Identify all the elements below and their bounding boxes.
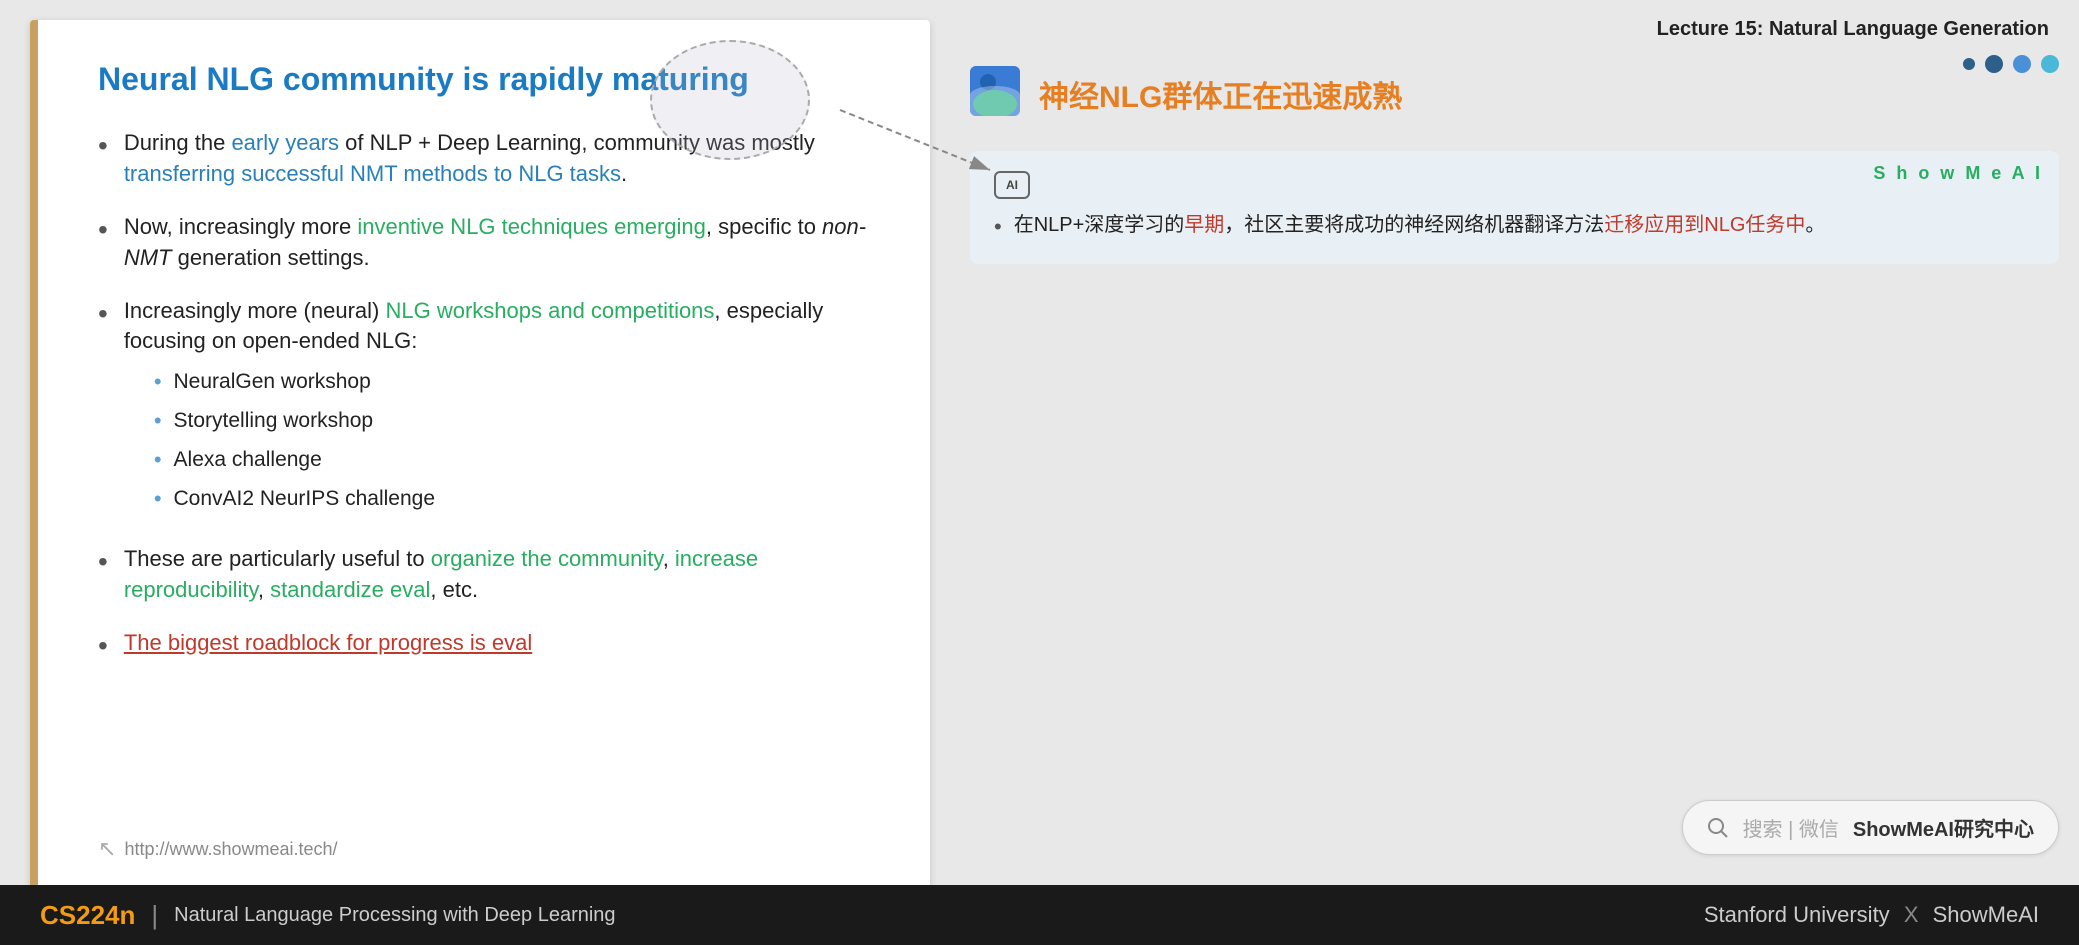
transfer-text: transferring successful NMT methods to N… bbox=[124, 161, 621, 186]
showmeai-badge-text: S h o w M e A I bbox=[1873, 163, 2043, 183]
x-separator: X bbox=[1904, 902, 1925, 927]
bullet-item-4: These are particularly useful to organiz… bbox=[98, 544, 880, 606]
trans-text-full: 在NLP+深度学习的早期，社区主要将成功的神经网络机器翻译方法迁移应用到NLG任… bbox=[1014, 209, 1826, 241]
workshops-text: NLG workshops and competitions bbox=[385, 298, 714, 323]
search-label: ShowMeAI研究中心 bbox=[1853, 813, 2034, 842]
bottom-right: Stanford University X ShowMeAI bbox=[1704, 902, 2039, 928]
bullet-text-4: These are particularly useful to organiz… bbox=[124, 544, 880, 606]
bottom-bar: CS224n | Natural Language Processing wit… bbox=[0, 885, 2079, 945]
bullet-text-3: Increasingly more (neural) NLG workshops… bbox=[124, 296, 880, 523]
inventive-text: inventive NLG techniques emerging bbox=[357, 214, 706, 239]
search-divider: 搜索 | 微信 bbox=[1743, 813, 1839, 842]
slide-panel: Neural NLG community is rapidly maturing… bbox=[30, 20, 930, 890]
nav-dot-1[interactable] bbox=[1985, 55, 2003, 73]
sub-bullet-4: ConvAI2 NeurIPS challenge bbox=[154, 484, 880, 515]
main-content: Neural NLG community is rapidly maturing… bbox=[0, 0, 2079, 945]
slide-url: ↖ http://www.showmeai.tech/ bbox=[98, 836, 338, 862]
organize-text: organize the community bbox=[431, 546, 663, 571]
sub-bullet-1: NeuralGen workshop bbox=[154, 367, 880, 398]
translation-text: 在NLP+深度学习的早期，社区主要将成功的神经网络机器翻译方法迁移应用到NLG任… bbox=[994, 209, 2035, 244]
trans-transfer-text: 迁移应用到NLG任务中 bbox=[1604, 214, 1805, 236]
showmeai-footer: ShowMeAI bbox=[1933, 902, 2039, 927]
title-icon bbox=[970, 66, 1025, 121]
trans-early-text: 早期 bbox=[1184, 214, 1224, 236]
roadblock-text: The biggest roadblock for progress is ev… bbox=[124, 628, 532, 659]
bullet-list: During the early years of NLP + Deep Lea… bbox=[98, 128, 880, 665]
course-code: CS224n bbox=[40, 900, 135, 931]
bullet-item-2: Now, increasingly more inventive NLG tec… bbox=[98, 212, 880, 274]
standardize-text: standardize eval bbox=[270, 577, 430, 602]
search-icon bbox=[1707, 817, 1729, 839]
search-bar[interactable]: 搜索 | 微信 ShowMeAI研究中心 bbox=[1682, 800, 2059, 855]
bullet-item-5: The biggest roadblock for progress is ev… bbox=[98, 628, 880, 665]
ai-icon: AI bbox=[994, 171, 1030, 199]
lecture-header: Lecture 15: Natural Language Generation bbox=[970, 10, 2059, 56]
translation-box: S h o w M e A I AI 在NLP+深度学习的早期，社区主要将成功的… bbox=[970, 151, 2059, 264]
title-icon-shape bbox=[970, 66, 1020, 116]
stanford-text: Stanford University bbox=[1704, 902, 1890, 927]
bullet-text-2: Now, increasingly more inventive NLG tec… bbox=[124, 212, 880, 274]
decorative-circle bbox=[650, 40, 810, 160]
nav-dot-2[interactable] bbox=[2013, 55, 2031, 73]
cursor-icon: ↖ bbox=[98, 836, 116, 862]
bottom-left: CS224n | Natural Language Processing wit… bbox=[40, 900, 616, 931]
chinese-title: 神经NLG群体正在迅速成熟 bbox=[1039, 72, 1402, 116]
early-years-text: early years bbox=[231, 130, 339, 155]
right-panel: Lecture 15: Natural Language Generation bbox=[950, 0, 2079, 945]
bullet-item-3: Increasingly more (neural) NLG workshops… bbox=[98, 296, 880, 523]
sub-bullet-list: NeuralGen workshop Storytelling workshop… bbox=[124, 367, 880, 514]
showmeai-badge: S h o w M e A I bbox=[1873, 163, 2043, 184]
footer-desc: Natural Language Processing with Deep Le… bbox=[174, 904, 615, 927]
chinese-title-section: 神经NLG群体正在迅速成熟 bbox=[970, 56, 2059, 131]
nav-dots bbox=[1963, 55, 2059, 73]
sub-bullet-3: Alexa challenge bbox=[154, 445, 880, 476]
icon-svg bbox=[970, 66, 1020, 116]
trans-bullet: 在NLP+深度学习的早期，社区主要将成功的神经网络机器翻译方法迁移应用到NLG任… bbox=[994, 209, 2035, 244]
footer-sep: | bbox=[151, 900, 158, 931]
url-text: http://www.showmeai.tech/ bbox=[124, 839, 337, 860]
nav-dot-small bbox=[1963, 58, 1975, 70]
sub-bullet-2: Storytelling workshop bbox=[154, 406, 880, 437]
nav-dot-3[interactable] bbox=[2041, 55, 2059, 73]
